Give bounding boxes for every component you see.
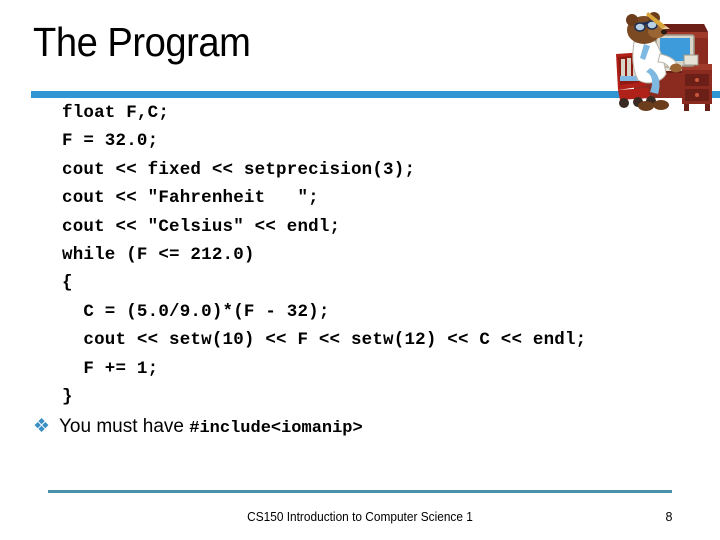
code-line: F = 32.0; — [62, 131, 159, 152]
code-line: cout << "Fahrenheit "; — [62, 188, 319, 209]
page-number: 8 — [665, 510, 673, 524]
code-line: cout << fixed << setprecision(3); — [62, 159, 416, 180]
footer-divider — [48, 490, 672, 493]
code-line: C = (5.0/9.0)*(F - 32); — [62, 301, 330, 322]
bear-at-computer-desk-clipart — [604, 2, 720, 114]
code-line: cout << "Celsius" << endl; — [62, 216, 341, 237]
bullet-list-item: ❖ You must have #include<iomanip> — [33, 414, 363, 440]
code-line: { — [62, 273, 73, 294]
diamond-bullet-icon: ❖ — [33, 416, 51, 437]
code-line: } — [62, 387, 73, 408]
code-line: F += 1; — [62, 358, 159, 379]
bullet-item-code: #include<iomanip> — [189, 419, 363, 438]
footer-course-label: CS150 Introduction to Computer Science 1 — [247, 510, 473, 524]
bullet-item-label: You must have — [59, 416, 190, 437]
slide-canvas: The Program float F,C; F = 32.0; cout <<… — [0, 0, 720, 540]
code-line: float F,C; — [62, 103, 170, 123]
code-block: float F,C; F = 32.0; cout << fixed << se… — [62, 99, 702, 411]
bullet-item-text-wrap: You must have #include<iomanip> — [59, 414, 363, 440]
code-line: cout << setw(10) << F << setw(12) << C <… — [62, 330, 587, 351]
page-title: The Program — [33, 19, 251, 65]
code-line: while (F <= 212.0) — [62, 245, 255, 266]
